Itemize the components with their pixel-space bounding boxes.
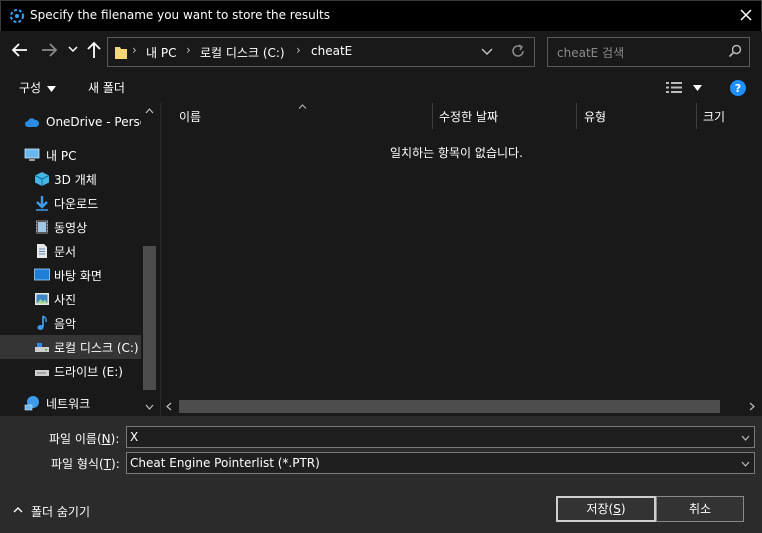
organize-button[interactable]: 구성 xyxy=(19,79,41,96)
recent-locations-dropdown[interactable] xyxy=(68,46,78,53)
nav-item-label: 로컬 디스크 (C:) xyxy=(54,341,139,355)
view-options-icon[interactable] xyxy=(666,81,682,94)
breadcrumb-my-pc[interactable]: 내 PC xyxy=(146,44,176,61)
sort-ascending-icon xyxy=(298,104,307,109)
nav-item-videos[interactable]: 동영상 xyxy=(0,215,141,239)
download-icon xyxy=(36,196,48,211)
music-icon xyxy=(37,315,47,330)
computer-icon xyxy=(24,148,40,161)
chevron-up-icon[interactable] xyxy=(13,506,23,513)
navigation-pane: OneDrive - Persoi 내 PC 3D 개체 다운로드 동영상 문서… xyxy=(0,103,158,416)
filename-value[interactable]: X xyxy=(130,430,138,444)
column-header-date-modified[interactable]: 수정한 날짜 xyxy=(439,108,498,125)
nav-item-label: 다운로드 xyxy=(54,197,99,211)
scrollbar-thumb[interactable] xyxy=(179,400,720,413)
address-bar[interactable]: › 내 PC › 로컬 디스크 (C:) › cheatE xyxy=(107,37,535,67)
nav-item-label: 3D 개체 xyxy=(54,173,97,187)
scroll-up-arrow-icon[interactable] xyxy=(145,108,154,114)
breadcrumb-separator: › xyxy=(186,43,191,57)
filetype-select[interactable]: Cheat Engine Pointerlist (*.PTR) xyxy=(126,452,755,474)
breadcrumb-local-disk[interactable]: 로컬 디스크 (C:) xyxy=(200,44,285,61)
nav-item-music[interactable]: 음악 xyxy=(0,311,141,335)
filename-combobox[interactable]: X xyxy=(126,426,755,448)
cube-icon xyxy=(34,172,50,186)
cancel-button-label: 취소 xyxy=(688,502,712,516)
forward-button[interactable] xyxy=(40,40,58,60)
nav-item-network[interactable]: 네트워크 xyxy=(0,391,141,415)
nav-item-label: 바탕 화면 xyxy=(54,269,102,283)
nav-item-my-pc[interactable]: 내 PC xyxy=(0,143,141,167)
cloud-icon xyxy=(25,118,40,127)
scroll-left-arrow-icon[interactable] xyxy=(166,402,172,411)
nav-item-3d-objects[interactable]: 3D 개체 xyxy=(0,167,141,191)
scroll-right-arrow-icon[interactable] xyxy=(749,402,755,411)
drive-icon xyxy=(35,343,49,352)
new-folder-button[interactable]: 새 폴더 xyxy=(88,79,125,96)
filetype-label: 파일 형식(T): xyxy=(51,457,120,471)
nav-item-downloads[interactable]: 다운로드 xyxy=(0,191,141,215)
svg-text:?: ? xyxy=(735,82,741,95)
nav-item-label: 동영상 xyxy=(54,221,88,235)
nav-item-desktop[interactable]: 바탕 화면 xyxy=(0,263,141,287)
column-divider[interactable] xyxy=(576,103,577,129)
save-button[interactable]: 저장(S) xyxy=(556,496,656,522)
breadcrumb-separator: › xyxy=(296,43,301,57)
chevron-down-icon[interactable] xyxy=(47,86,56,92)
desktop-icon xyxy=(34,268,50,281)
nav-item-onedrive[interactable]: OneDrive - Persoi xyxy=(0,111,141,135)
nav-item-label: 음악 xyxy=(54,317,77,331)
up-button[interactable] xyxy=(85,40,103,60)
pictures-icon xyxy=(35,293,49,305)
back-button[interactable] xyxy=(11,40,29,60)
save-button-label: 저장(S) xyxy=(586,502,626,516)
nav-item-label: 네트워크 xyxy=(46,397,91,411)
breadcrumb-separator: › xyxy=(132,43,137,57)
hide-folders-button[interactable]: 폴더 숨기기 xyxy=(31,503,90,520)
nav-item-label: OneDrive - Persoi xyxy=(46,115,141,129)
column-header-type[interactable]: 유형 xyxy=(584,108,606,125)
network-icon xyxy=(24,396,39,411)
filename-label: 파일 이름(N): xyxy=(49,432,120,446)
close-button[interactable] xyxy=(736,5,756,25)
document-icon xyxy=(37,244,47,258)
breadcrumb-cheate[interactable]: cheatE xyxy=(311,44,352,58)
chevron-down-icon[interactable] xyxy=(693,85,702,91)
chevron-down-icon[interactable] xyxy=(741,435,750,441)
drive-icon xyxy=(35,370,49,376)
chevron-down-icon[interactable] xyxy=(480,44,494,58)
close-icon xyxy=(740,9,752,21)
nav-item-pictures[interactable]: 사진 xyxy=(0,287,141,311)
chevron-down-icon[interactable] xyxy=(741,461,750,467)
search-icon[interactable] xyxy=(728,44,742,58)
nav-item-label: 내 PC xyxy=(46,149,77,163)
column-divider[interactable] xyxy=(696,103,697,129)
cheat-engine-app-icon xyxy=(10,9,24,23)
cancel-button[interactable]: 취소 xyxy=(656,496,744,522)
nav-item-drive-e[interactable]: 드라이브 (E:) xyxy=(0,359,141,383)
nav-item-label: 드라이브 (E:) xyxy=(54,365,123,379)
column-divider[interactable] xyxy=(432,103,433,129)
folder-icon xyxy=(115,47,127,59)
column-header-size[interactable]: 크기 xyxy=(703,108,725,125)
search-box[interactable]: cheatE 검색 xyxy=(547,37,750,67)
nav-item-label: 문서 xyxy=(54,245,77,259)
nav-item-label: 사진 xyxy=(54,293,77,307)
window-title: Specify the filename you want to store t… xyxy=(30,8,330,22)
column-header-name[interactable]: 이름 xyxy=(179,108,201,125)
filetype-value[interactable]: Cheat Engine Pointerlist (*.PTR) xyxy=(130,456,320,470)
scrollbar-thumb[interactable] xyxy=(143,246,156,390)
scroll-down-arrow-icon[interactable] xyxy=(145,404,154,410)
nav-item-local-disk-c[interactable]: 로컬 디스크 (C:) xyxy=(0,335,141,359)
help-icon[interactable]: ? xyxy=(730,80,746,96)
nav-item-documents[interactable]: 문서 xyxy=(0,239,141,263)
refresh-icon[interactable] xyxy=(510,43,526,59)
search-placeholder[interactable]: cheatE 검색 xyxy=(557,44,624,61)
empty-list-message: 일치하는 항목이 없습니다. xyxy=(390,146,523,160)
video-icon xyxy=(36,220,48,234)
